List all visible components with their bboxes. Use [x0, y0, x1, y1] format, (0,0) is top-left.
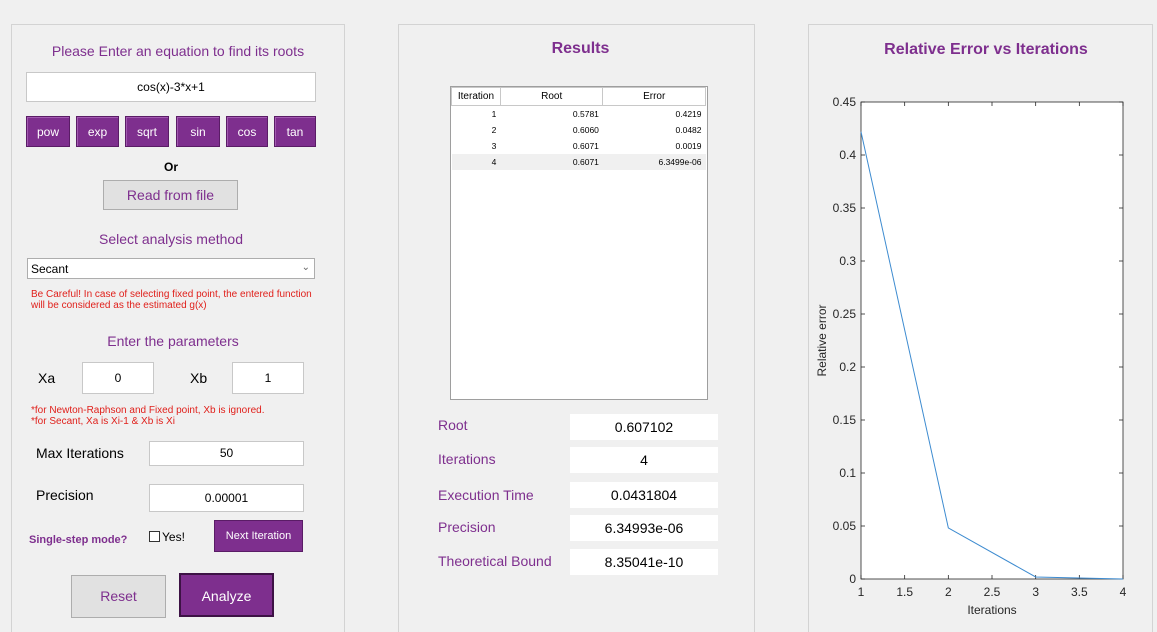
single-step-label: Single-step mode? [29, 534, 128, 546]
y-tick-label: 0.15 [833, 413, 857, 427]
y-axis-label: Relative error [815, 304, 829, 376]
execution-time-value: 0.0431804 [570, 482, 718, 508]
checkbox-icon [149, 531, 160, 542]
reset-button[interactable]: Reset [71, 575, 166, 618]
y-tick-label: 0.2 [839, 360, 856, 374]
chart-title: Relative Error vs Iterations [884, 41, 1088, 58]
max-iterations-label: Max Iterations [36, 445, 124, 461]
error-chart: 1 1.5 2 2.5 3 3.5 4 0 0.05 0.1 0.15 0.2 0.25 0.3 0.35 0… [815, 95, 1127, 617]
y-tick-label: 0.3 [839, 254, 856, 268]
y-tick-label: 0.05 [833, 519, 857, 533]
read-file-button[interactable]: Read from file [103, 180, 238, 210]
table-row[interactable]: 3 0.6071 0.0019 [451, 137, 706, 154]
theoretical-bound-label: Theoretical Bound [438, 553, 552, 569]
results-title: Results [551, 40, 610, 57]
analyze-button[interactable]: Analyze [179, 573, 274, 617]
equation-input[interactable]: cos(x)-3*x+1 [26, 72, 316, 102]
table-row[interactable]: 4 0.6071 6.3499e-06 [451, 153, 706, 170]
tan-button[interactable]: tan [274, 116, 316, 147]
method-select[interactable]: Secant ⌄ [27, 258, 315, 279]
header-error[interactable]: Error [602, 87, 706, 106]
table-row[interactable]: 2 0.6060 0.0482 [451, 121, 706, 138]
y-tick-label: 0.25 [833, 307, 857, 321]
params-note-2: *for Secant, Xa is Xi-1 & Xb is Xi [31, 416, 175, 427]
table-row[interactable]: 1 0.5781 0.4219 [451, 105, 706, 122]
pow-button[interactable]: pow [26, 116, 70, 147]
params-note-1: *for Newton-Raphson and Fixed point, Xb … [31, 405, 265, 416]
method-warning-2: will be considered as the estimated g(x) [31, 300, 207, 311]
iterations-value: 4 [570, 447, 718, 473]
x-tick-label: 1.5 [896, 585, 913, 599]
root-value: 0.607102 [570, 414, 718, 440]
header-iteration[interactable]: Iteration [451, 87, 501, 106]
table-cell: 0.5781 [500, 105, 603, 122]
max-iterations-input[interactable]: 50 [149, 441, 304, 466]
y-tick-label: 0.1 [839, 466, 856, 480]
yes-label: Yes! [162, 530, 185, 544]
table-cell: 3 [451, 137, 501, 154]
method-selected-value: Secant [31, 262, 69, 276]
x-tick-label: 1 [858, 585, 865, 599]
method-title: Select analysis method [99, 231, 243, 247]
x-tick-label: 4 [1120, 585, 1127, 599]
x-tick-label: 2.5 [984, 585, 1001, 599]
root-label: Root [438, 417, 468, 433]
single-step-checkbox[interactable]: Yes! [149, 530, 185, 544]
results-table[interactable]: Iteration Root Error 1 0.5781 0.4219 2 0… [450, 86, 708, 400]
execution-time-label: Execution Time [438, 487, 534, 503]
or-label: Or [163, 160, 178, 174]
x-tick-label: 3.5 [1071, 585, 1088, 599]
result-precision-value: 6.34993e-06 [570, 515, 718, 541]
table-cell: 4 [451, 153, 501, 170]
exp-button[interactable]: exp [76, 116, 119, 147]
iterations-label: Iterations [438, 451, 496, 467]
x-axis-label: Iterations [967, 603, 1016, 617]
table-cell: 0.6060 [500, 121, 603, 138]
table-cell: 0.4219 [602, 105, 706, 122]
params-title: Enter the parameters [107, 333, 239, 349]
xb-input[interactable]: 1 [232, 362, 304, 394]
cos-button[interactable]: cos [226, 116, 268, 147]
x-tick-label: 2 [945, 585, 952, 599]
theoretical-bound-value: 8.35041e-10 [570, 549, 718, 575]
header-root[interactable]: Root [499, 87, 604, 106]
y-tick-label: 0.35 [833, 201, 857, 215]
table-cell: 0.6071 [500, 153, 603, 170]
next-iteration-button[interactable]: Next Iteration [214, 520, 303, 552]
precision-label: Precision [36, 487, 94, 503]
chevron-down-icon: ⌄ [301, 262, 310, 273]
x-tick-label: 3 [1032, 585, 1039, 599]
precision-input[interactable]: 0.00001 [149, 484, 304, 512]
table-cell: 0.6071 [500, 137, 603, 154]
xa-input[interactable]: 0 [82, 362, 154, 394]
table-cell: 6.3499e-06 [602, 153, 706, 170]
result-precision-label: Precision [438, 519, 496, 535]
sin-button[interactable]: sin [176, 116, 220, 147]
table-cell: 2 [451, 121, 501, 138]
method-warning-1: Be Careful! In case of selecting fixed p… [31, 289, 312, 300]
y-tick-label: 0.4 [839, 148, 856, 162]
xb-label: Xb [190, 370, 208, 386]
equation-title: Please Enter an equation to find its roo… [51, 43, 305, 59]
table-cell: 0.0019 [602, 137, 706, 154]
xa-label: Xa [38, 370, 56, 386]
y-tick-label: 0 [849, 572, 856, 586]
table-cell: 1 [451, 105, 501, 122]
table-cell: 0.0482 [602, 121, 706, 138]
y-tick-label: 0.45 [833, 95, 857, 109]
plot-area [860, 101, 1124, 580]
sqrt-button[interactable]: sqrt [125, 116, 169, 147]
